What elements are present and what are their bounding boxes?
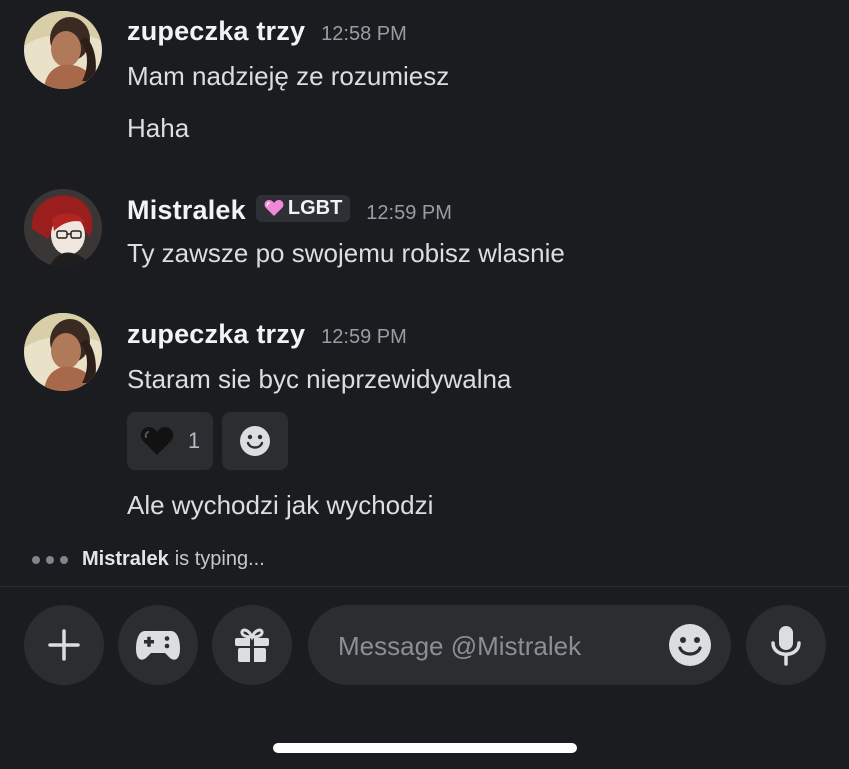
message-header: Mistralek LGBT 12:59 PM	[127, 194, 452, 226]
avatar-photo	[24, 11, 102, 89]
reactions-bar: 1	[127, 412, 288, 470]
pink-heart-icon	[264, 200, 284, 216]
voice-message-button[interactable]	[746, 605, 826, 685]
user-avatar[interactable]	[24, 11, 102, 89]
add-emoji-icon	[240, 426, 270, 456]
message-text[interactable]: Ty zawsze po swojemu robisz wlasnie	[127, 238, 565, 269]
gift-icon	[235, 628, 269, 662]
message-header: zupeczka trzy 12:59 PM	[127, 319, 407, 350]
black-heart-icon	[140, 427, 174, 455]
message-text[interactable]: Haha	[127, 113, 189, 144]
user-avatar[interactable]	[24, 313, 102, 391]
message-composer[interactable]	[308, 605, 731, 687]
gift-button[interactable]	[212, 605, 292, 685]
tag-label: LGBT	[287, 196, 343, 219]
gamepad-icon	[136, 631, 180, 660]
server-tag[interactable]: LGBT	[255, 194, 351, 222]
timestamp: 12:58 PM	[321, 23, 407, 45]
message-text[interactable]: Ale wychodzi jak wychodzi	[127, 490, 433, 521]
emoji-icon[interactable]	[667, 622, 713, 668]
add-reaction-button[interactable]	[222, 412, 288, 470]
user-avatar[interactable]	[24, 189, 102, 267]
message-text[interactable]: Mam nadzieję ze rozumiesz	[127, 61, 449, 92]
message-header: zupeczka trzy 12:58 PM	[127, 16, 407, 47]
typing-user: Mistralek	[82, 548, 169, 570]
username[interactable]: zupeczka trzy	[127, 16, 305, 47]
composer-divider	[0, 586, 849, 587]
home-indicator[interactable]	[273, 743, 577, 753]
typing-indicator: Mistralek is typing...	[32, 548, 265, 571]
timestamp: 12:59 PM	[321, 326, 407, 348]
reaction-count: 1	[187, 428, 201, 453]
username[interactable]: Mistralek	[127, 195, 246, 226]
message-text[interactable]: Staram sie byc nieprzewidywalna	[127, 364, 511, 395]
attach-button[interactable]	[24, 605, 104, 685]
timestamp: 12:59 PM	[366, 202, 452, 224]
typing-dots-icon	[32, 555, 68, 564]
username[interactable]: zupeczka trzy	[127, 319, 305, 350]
avatar-drawing	[24, 189, 102, 267]
message-input[interactable]	[336, 605, 640, 687]
typing-text: is typing...	[174, 548, 265, 570]
reaction-black-heart[interactable]: 1	[127, 412, 213, 470]
activities-button[interactable]	[118, 605, 198, 685]
plus-icon	[48, 629, 80, 661]
microphone-icon	[771, 626, 801, 666]
avatar-photo	[24, 313, 102, 391]
